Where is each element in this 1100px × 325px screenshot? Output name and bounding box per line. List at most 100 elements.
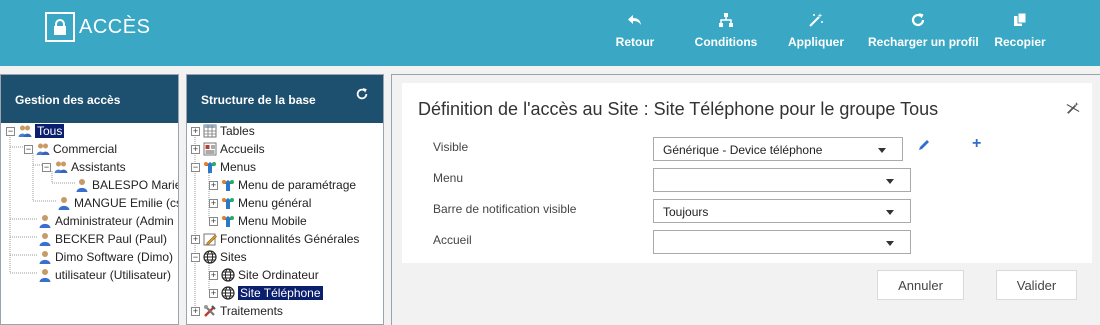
tree-item-menu-parametrage[interactable]: + Menu de paramétrage [209,177,356,193]
expand-toggle[interactable]: + [209,216,218,226]
tree-item-fonctionnalites[interactable]: + Fonctionnalités Générales [191,231,359,247]
chevron-down-icon [878,148,886,153]
tree-item-tous[interactable]: − Tous [6,123,65,139]
access-definition-panel: Définition de l'accès au Site : Site Tél… [391,74,1100,325]
copy-button-label: Recopier [994,35,1046,49]
reload-profile-button[interactable]: Recharger un profil [868,12,979,49]
collapse-toggle[interactable]: − [42,162,51,172]
tree-item-menus[interactable]: − Menus [191,159,256,175]
tree-item-user[interactable]: Administrateur (Admin [38,213,174,229]
group-icon [18,124,32,138]
tree-item-user[interactable]: utilisateur (Utilisateur) [38,267,171,283]
expand-toggle[interactable]: + [209,198,218,208]
expand-toggle[interactable]: + [209,288,218,298]
tree-item-menu-mobile[interactable]: + Menu Mobile [209,213,307,229]
validate-button[interactable]: Valider [996,270,1077,300]
tree-item-label: MANGUE Emilie (cs [74,196,178,210]
group-icon [36,142,50,156]
tree-item-traitements[interactable]: + Traitements [191,303,283,319]
menu-tree-icon [203,160,217,174]
magic-wand-off-icon[interactable] [1066,101,1080,120]
tree-item-label: Menus [220,160,257,174]
tree-item-commercial[interactable]: − Commercial [24,141,117,157]
tree-item-user[interactable]: MANGUE Emilie (cs [57,195,178,211]
expand-toggle[interactable]: + [209,270,218,280]
copy-icon [994,12,1046,32]
globe-icon [203,250,217,264]
field-label-notification-bar: Barre de notification visible [433,202,577,216]
tree-item-assistants[interactable]: − Assistants [42,159,126,175]
collapse-toggle[interactable]: − [191,162,200,172]
tree-item-user[interactable]: BALESPO Marie [75,177,178,193]
copy-button[interactable]: Recopier [994,12,1046,49]
collapse-toggle[interactable]: − [191,252,200,262]
tree-item-label: Commercial [53,142,118,156]
refresh-icon [868,12,968,32]
access-panel-header: Gestion des accès [1,75,178,123]
apply-button[interactable]: Appliquer [788,12,844,49]
menu-tree-icon [221,178,235,192]
user-icon [38,232,52,246]
field-label-menu: Menu [433,171,464,185]
menu-tree-icon [221,214,235,228]
tree-item-label: BECKER Paul (Paul) [55,232,168,246]
tree-item-user[interactable]: BECKER Paul (Paul) [38,231,167,247]
access-tree: − Tous − Commercial − Assistants BALESPO… [1,123,178,323]
visible-select-value: Générique - Device téléphone [663,143,823,157]
refresh-icon[interactable] [355,87,369,104]
tree-item-label: Site Téléphone [238,286,323,300]
chevron-down-icon [886,241,894,246]
accueil-select[interactable] [653,230,911,254]
tree-item-label: BALESPO Marie [92,178,178,192]
tree-item-user[interactable]: Dimo Software (Dimo) [38,249,173,265]
back-button[interactable]: Retour [612,12,658,49]
chevron-down-icon [886,210,894,215]
user-icon [75,178,89,192]
home-form-icon [203,142,217,156]
tree-item-menu-general[interactable]: + Menu général [209,195,311,211]
expand-toggle[interactable]: + [191,234,200,244]
tree-item-label: Menu général [238,196,312,210]
collapse-toggle[interactable]: − [6,126,15,136]
access-definition-card: Définition de l'accès au Site : Site Tél… [402,83,1092,263]
add-icon[interactable]: + [972,135,981,153]
back-button-label: Retour [615,35,655,49]
tree-item-tables[interactable]: + Tables [191,123,255,139]
expand-toggle[interactable]: + [209,180,218,190]
access-panel-title: Gestion des accès [15,93,121,107]
notification-bar-select-value: Toujours [663,205,709,219]
structure-panel-header: Structure de la base [187,75,383,123]
table-icon [203,124,217,138]
tree-item-label: Sites [220,250,247,264]
collapse-toggle[interactable]: − [24,144,33,154]
structure-tree: + Tables + Accueils − Menus + Menu de pa… [187,123,383,323]
expand-toggle[interactable]: + [191,306,200,316]
magic-wand-icon [788,12,844,32]
globe-icon [221,268,235,282]
conditions-button[interactable]: Conditions [694,12,758,49]
tree-item-site-telephone[interactable]: + Site Téléphone [209,285,323,301]
tree-item-site-ordinateur[interactable]: + Site Ordinateur [209,267,319,283]
tools-icon [203,304,217,318]
tree-item-label: Fonctionnalités Générales [220,232,360,246]
structure-panel-title: Structure de la base [201,93,316,107]
group-icon [54,160,68,174]
notification-bar-select[interactable]: Toujours [653,199,911,223]
user-icon [57,196,71,210]
cancel-button[interactable]: Annuler [877,270,964,300]
user-icon [38,214,52,228]
pencil-doc-icon [203,232,217,246]
visible-select[interactable]: Générique - Device téléphone [653,137,903,161]
app-brand: ACCÈS [45,12,150,42]
tree-item-accueils[interactable]: + Accueils [191,141,265,157]
user-icon [38,250,52,264]
tree-item-label: Administrateur (Admin [55,214,174,228]
conditions-button-label: Conditions [694,35,758,49]
expand-toggle[interactable]: + [191,126,200,136]
access-management-panel: Gestion des accès − Tous − Commercial − … [0,74,179,325]
menu-select[interactable] [653,168,911,192]
tree-item-sites[interactable]: − Sites [191,249,247,265]
edit-icon[interactable] [918,138,930,156]
tree-item-label: Menu de paramétrage [238,178,357,192]
expand-toggle[interactable]: + [191,144,200,154]
